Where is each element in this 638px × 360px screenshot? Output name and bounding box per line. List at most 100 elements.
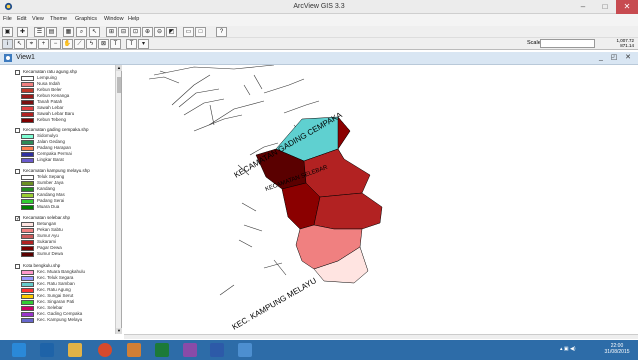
taskbar-explorer-icon[interactable] bbox=[68, 343, 82, 357]
scroll-thumb[interactable] bbox=[117, 77, 121, 93]
pan-tool-icon[interactable]: ✋ bbox=[62, 39, 73, 49]
title-bar: ArcView GIS 3.3 – □ ✕ bbox=[0, 0, 638, 14]
coordinate-readout: 1,007.72 871.14 bbox=[604, 38, 634, 48]
theme-name[interactable]: Kecamatan selebar.shp bbox=[23, 215, 70, 220]
legend-label: Kebun Beler bbox=[37, 87, 62, 92]
legend-swatch bbox=[21, 88, 34, 93]
menu-bar: File Edit View Theme Graphics Window Hel… bbox=[0, 14, 638, 26]
minimize-button[interactable]: – bbox=[572, 0, 594, 14]
select-none-icon[interactable]: ▭ bbox=[183, 27, 194, 37]
measure-tool-icon[interactable]: ⟋ bbox=[74, 39, 85, 49]
view-restore-button[interactable]: ◰ bbox=[609, 53, 619, 63]
theme-visibility-checkbox[interactable] bbox=[15, 70, 20, 75]
clear-selection-icon[interactable]: □ bbox=[195, 27, 206, 37]
menu-view[interactable]: View bbox=[32, 16, 44, 22]
help-icon[interactable]: ? bbox=[216, 27, 227, 37]
legend-swatch bbox=[21, 100, 34, 105]
polygon-red-east[interactable] bbox=[313, 192, 383, 230]
taskbar-word-icon[interactable] bbox=[210, 343, 224, 357]
save-project-icon[interactable]: ▣ bbox=[2, 27, 13, 37]
select-features-icon[interactable]: ↖ bbox=[89, 27, 100, 37]
taskbar-chrome-icon[interactable] bbox=[98, 343, 112, 357]
taskbar-excel-icon[interactable] bbox=[155, 343, 169, 357]
menu-window[interactable]: Window bbox=[104, 16, 124, 22]
text-tool-icon[interactable]: T bbox=[126, 39, 137, 49]
close-button[interactable]: ✕ bbox=[616, 0, 638, 14]
legend-swatch bbox=[21, 134, 34, 139]
button-bar: ▣ ✚ ☰ ▤ ▦ ⌕ ↖ ⊞ ⊟ ⊡ ⊕ ⊖ ◩ ▭ □ ? bbox=[0, 26, 638, 38]
legend-label: Kec. Sungai Serut bbox=[37, 293, 74, 298]
theme-visibility-checkbox[interactable]: ✓ bbox=[15, 216, 20, 222]
theme-properties-icon[interactable]: ☰ bbox=[34, 27, 45, 37]
map-display[interactable]: KECAMATAN GADING CEMPAKA KECAMATAN SELEB… bbox=[124, 65, 638, 334]
tool-bar: i ↖ ⌖ + − ✋ ⟋ ϟ ⊠ T T ▾ Scale 1: 1,007.7… bbox=[0, 38, 638, 50]
map-horizontal-scrollbar[interactable] bbox=[124, 334, 638, 339]
toc-scrollbar[interactable]: ▲ ▼ bbox=[115, 65, 122, 334]
legend-swatch bbox=[21, 252, 34, 257]
zoom-previous-icon[interactable]: ◩ bbox=[166, 27, 177, 37]
legend-label: Kandang bbox=[37, 186, 56, 191]
legend-label: Kec. Muara Bangkahulu bbox=[37, 269, 86, 274]
zoom-to-themes-icon[interactable]: ⊟ bbox=[118, 27, 129, 37]
legend-label: Sumber Jaya bbox=[37, 180, 64, 185]
legend-swatch bbox=[21, 294, 34, 299]
scale-input[interactable] bbox=[540, 39, 595, 48]
view-icon bbox=[4, 54, 12, 62]
zoom-in-tool-icon[interactable]: + bbox=[38, 39, 49, 49]
taskbar-media-icon[interactable] bbox=[183, 343, 197, 357]
theme-name[interactable]: Kecamatan kampung melayu.shp bbox=[23, 168, 90, 173]
taskbar-arcview-icon[interactable] bbox=[238, 343, 252, 357]
taskbar-ie-icon[interactable] bbox=[40, 343, 54, 357]
menu-theme[interactable]: Theme bbox=[50, 16, 67, 22]
theme-visibility-checkbox[interactable] bbox=[15, 128, 20, 133]
open-table-icon[interactable]: ▦ bbox=[63, 27, 74, 37]
theme-name[interactable]: Kecamatan ratu agung.shp bbox=[23, 69, 77, 74]
scroll-down-arrow-icon[interactable]: ▼ bbox=[116, 328, 122, 334]
zoom-in-icon[interactable]: ⊕ bbox=[142, 27, 153, 37]
scroll-up-arrow-icon[interactable]: ▲ bbox=[116, 65, 122, 71]
area-of-interest-tool-icon[interactable]: ⊠ bbox=[98, 39, 109, 49]
hotlink-tool-icon[interactable]: ϟ bbox=[86, 39, 97, 49]
legend-label: Sumur Dewa bbox=[37, 251, 64, 256]
system-tray-icons[interactable]: ▴ ▣ ◀) bbox=[560, 346, 576, 352]
legend-label: Kec. Ratu Agung bbox=[37, 287, 71, 292]
pointer-tool-icon[interactable]: ↖ bbox=[14, 39, 25, 49]
zoom-out-tool-icon[interactable]: − bbox=[50, 39, 61, 49]
add-theme-icon[interactable]: ✚ bbox=[17, 27, 28, 37]
taskbar-paint-icon[interactable] bbox=[127, 343, 141, 357]
windows-taskbar: ▴ ▣ ◀) 22:00 31/08/2015 bbox=[0, 340, 638, 360]
edit-legend-icon[interactable]: ▤ bbox=[46, 27, 57, 37]
start-windows-icon[interactable] bbox=[12, 343, 26, 357]
theme-name[interactable]: Kecamatan gading cempaka.shp bbox=[23, 127, 89, 132]
legend-swatch bbox=[21, 205, 34, 210]
draw-tool-icon[interactable]: ▾ bbox=[138, 39, 149, 49]
menu-edit[interactable]: Edit bbox=[17, 16, 26, 22]
legend-label: Kec. Kampung Melayu bbox=[37, 317, 83, 322]
legend-swatch bbox=[21, 318, 34, 323]
taskbar-clock[interactable]: 22:00 31/08/2015 bbox=[600, 343, 634, 355]
menu-graphics[interactable]: Graphics bbox=[75, 16, 97, 22]
theme-visibility-checkbox[interactable] bbox=[15, 169, 20, 174]
legend-label: Cempaka Permai bbox=[37, 151, 72, 156]
legend-label: Padang Harapan bbox=[37, 145, 72, 150]
vertex-edit-tool-icon[interactable]: ⌖ bbox=[26, 39, 37, 49]
menu-help[interactable]: Help bbox=[128, 16, 139, 22]
legend-swatch bbox=[21, 140, 34, 145]
identify-tool-icon[interactable]: i bbox=[2, 39, 13, 49]
zoom-out-icon[interactable]: ⊖ bbox=[154, 27, 165, 37]
view-minimize-button[interactable]: _ bbox=[596, 53, 606, 63]
clock-date: 31/08/2015 bbox=[604, 349, 630, 355]
menu-file[interactable]: File bbox=[3, 16, 12, 22]
maximize-button[interactable]: □ bbox=[594, 0, 616, 14]
legend-swatch bbox=[21, 158, 34, 163]
zoom-to-selected-icon[interactable]: ⊡ bbox=[130, 27, 141, 37]
map-canvas[interactable]: KECAMATAN GADING CEMPAKA KECAMATAN SELEB… bbox=[124, 65, 638, 334]
label-tool-icon[interactable]: T bbox=[110, 39, 121, 49]
view-close-button[interactable]: ✕ bbox=[623, 53, 633, 63]
query-builder-icon[interactable]: ⌕ bbox=[76, 27, 87, 37]
zoom-full-extent-icon[interactable]: ⊞ bbox=[106, 27, 117, 37]
theme-name[interactable]: Kota bengkulu.shp bbox=[23, 263, 60, 268]
theme-visibility-checkbox[interactable] bbox=[15, 264, 20, 269]
legend-swatch bbox=[21, 187, 34, 192]
legend-swatch bbox=[21, 300, 34, 305]
